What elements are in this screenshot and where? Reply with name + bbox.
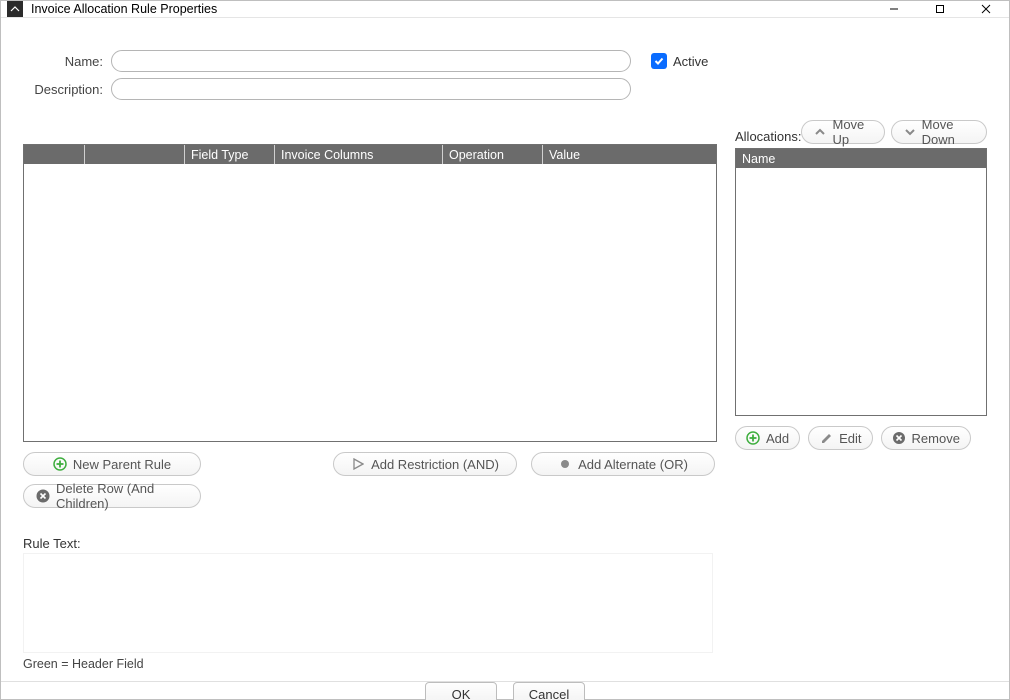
allocation-add-button[interactable]: Add <box>735 426 800 450</box>
app-icon <box>7 1 23 17</box>
add-alternate-label: Add Alternate (OR) <box>578 457 688 472</box>
allocation-remove-button[interactable]: Remove <box>881 426 971 450</box>
add-restriction-button[interactable]: Add Restriction (AND) <box>333 452 517 476</box>
add-restriction-label: Add Restriction (AND) <box>371 457 499 472</box>
plus-circle-icon <box>53 457 67 471</box>
allocations-label: Allocations: <box>735 129 801 144</box>
add-alternate-button[interactable]: Add Alternate (OR) <box>531 452 715 476</box>
rules-table[interactable]: Field Type Invoice Columns Operation Val… <box>23 144 717 442</box>
allocation-remove-label: Remove <box>912 431 960 446</box>
move-down-label: Move Down <box>922 117 974 147</box>
move-up-label: Move Up <box>832 117 871 147</box>
allocation-add-label: Add <box>766 431 789 446</box>
chevron-down-icon <box>904 125 916 139</box>
circle-icon <box>558 457 572 471</box>
rules-col-invoice-columns: Invoice Columns <box>274 145 442 164</box>
chevron-up-icon <box>814 125 826 139</box>
form-section: Name: Active Description: <box>23 50 987 106</box>
rules-col-field-type: Field Type <box>184 145 274 164</box>
play-icon <box>351 457 365 471</box>
move-up-button[interactable]: Move Up <box>801 120 884 144</box>
rules-col-value: Value <box>542 145 716 164</box>
pencil-icon <box>819 431 833 445</box>
dialog-content: Name: Active Description: <box>1 18 1009 681</box>
allocation-edit-label: Edit <box>839 431 861 446</box>
delete-row-button[interactable]: Delete Row (And Children) <box>23 484 201 508</box>
active-label: Active <box>673 54 708 69</box>
allocations-col-name: Name <box>736 149 986 168</box>
allocations-pane: Allocations: Move Up Move Do <box>735 114 987 671</box>
allocations-table-header: Name <box>736 149 986 168</box>
maximize-button[interactable] <box>917 1 963 17</box>
rules-col-operation: Operation <box>442 145 542 164</box>
rules-col-0 <box>24 145 84 164</box>
close-button[interactable] <box>963 1 1009 17</box>
new-parent-rule-label: New Parent Rule <box>73 457 171 472</box>
delete-row-label: Delete Row (And Children) <box>56 481 188 511</box>
rule-text-area[interactable] <box>23 553 713 653</box>
plus-circle-icon <box>746 431 760 445</box>
legend-text: Green = Header Field <box>23 657 717 671</box>
titlebar: Invoice Allocation Rule Properties <box>1 1 1009 18</box>
move-down-button[interactable]: Move Down <box>891 120 987 144</box>
ok-button[interactable]: OK <box>425 682 497 700</box>
new-parent-rule-button[interactable]: New Parent Rule <box>23 452 201 476</box>
name-label: Name: <box>23 54 103 69</box>
window-title: Invoice Allocation Rule Properties <box>31 2 217 16</box>
allocations-table[interactable]: Name <box>735 148 987 416</box>
ok-label: OK <box>452 687 471 700</box>
cancel-label: Cancel <box>529 687 569 700</box>
dialog-footer: OK Cancel <box>1 681 1009 700</box>
rule-text-label: Rule Text: <box>23 536 717 551</box>
cancel-button[interactable]: Cancel <box>513 682 585 700</box>
minimize-button[interactable] <box>871 1 917 17</box>
allocation-edit-button[interactable]: Edit <box>808 426 872 450</box>
rules-pane: Field Type Invoice Columns Operation Val… <box>23 114 717 671</box>
name-input[interactable] <box>111 50 631 72</box>
window-controls <box>871 1 1009 17</box>
description-label: Description: <box>23 82 103 97</box>
dialog-window: Invoice Allocation Rule Properties Name: <box>0 0 1010 700</box>
x-circle-icon <box>36 489 50 503</box>
x-circle-icon <box>892 431 906 445</box>
rules-table-header: Field Type Invoice Columns Operation Val… <box>24 145 716 164</box>
active-checkbox[interactable] <box>651 53 667 69</box>
description-input[interactable] <box>111 78 631 100</box>
rules-col-1 <box>84 145 184 164</box>
